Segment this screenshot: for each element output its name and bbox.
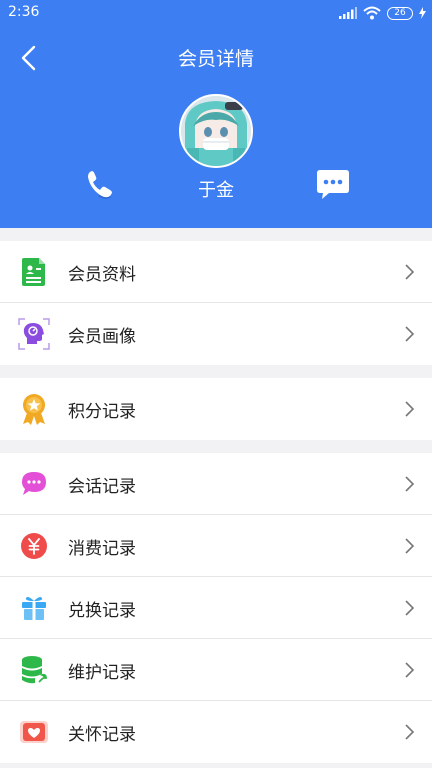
page-title: 会员详情: [177, 48, 254, 70]
battery-icon: 26: [387, 6, 413, 20]
menu-item-label: 维护记录: [68, 663, 136, 683]
menu-item-label: 积分记录: [68, 402, 136, 422]
menu-item-consumption-record[interactable]: 消费记录: [0, 515, 432, 577]
menu-item-maintenance-record[interactable]: 维护记录: [0, 639, 432, 701]
gift-icon: [18, 592, 50, 624]
status-time: 2:36: [8, 4, 40, 20]
chevron-right-icon: [405, 662, 415, 678]
points-medal-icon: [18, 393, 50, 425]
database-wrench-icon: [18, 654, 50, 686]
battery-level: 26: [394, 7, 406, 18]
member-name: 于金: [198, 180, 234, 201]
chevron-right-icon: [405, 264, 415, 280]
chevron-right-icon: [405, 401, 415, 417]
menu-item-label: 会员画像: [68, 327, 136, 347]
menu-group-points: 积分记录: [0, 378, 432, 440]
phone-icon: [88, 171, 112, 199]
menu-item-label: 会话记录: [68, 477, 136, 497]
avatar-image: [181, 96, 251, 166]
message-button[interactable]: [313, 166, 353, 204]
yuan-icon: [18, 530, 50, 562]
menu-item-label: 兑换记录: [68, 601, 136, 621]
menu-item-label: 关怀记录: [68, 725, 136, 745]
status-icons: 26: [339, 5, 426, 21]
chevron-right-icon: [405, 538, 415, 554]
member-profile-icon: [18, 256, 50, 288]
menu-item-points-record[interactable]: 积分记录: [0, 378, 432, 440]
menu-item-care-record[interactable]: 关怀记录: [0, 701, 432, 763]
call-button[interactable]: [81, 166, 119, 202]
menu-item-label: 会员资料: [68, 265, 136, 285]
chevron-right-icon: [405, 600, 415, 616]
chat-bubble-icon: [18, 468, 50, 500]
signal-icon: [339, 7, 357, 19]
chevron-right-icon: [405, 724, 415, 740]
member-header: 2:36 26 会员详情 于金: [0, 0, 432, 228]
menu-item-exchange-record[interactable]: 兑换记录: [0, 577, 432, 639]
charging-icon: [419, 7, 426, 19]
menu-item-member-portrait[interactable]: 会员画像: [0, 303, 432, 365]
heart-envelope-icon: [18, 716, 50, 748]
menu-group-profile: 会员资料 会员画像: [0, 241, 432, 365]
chevron-right-icon: [405, 326, 415, 342]
message-icon: [317, 170, 349, 199]
chevron-right-icon: [405, 476, 415, 492]
wifi-icon: [363, 6, 381, 20]
menu-item-label: 消费记录: [68, 539, 136, 559]
menu-group-records: 会话记录 消费记录 兑换记录 维护记录 关怀记录: [0, 453, 432, 763]
member-portrait-icon: [18, 318, 50, 350]
member-avatar[interactable]: [179, 94, 253, 168]
menu-item-chat-record[interactable]: 会话记录: [0, 453, 432, 515]
status-bar: 2:36 26: [0, 0, 432, 26]
menu-item-member-profile[interactable]: 会员资料: [0, 241, 432, 303]
